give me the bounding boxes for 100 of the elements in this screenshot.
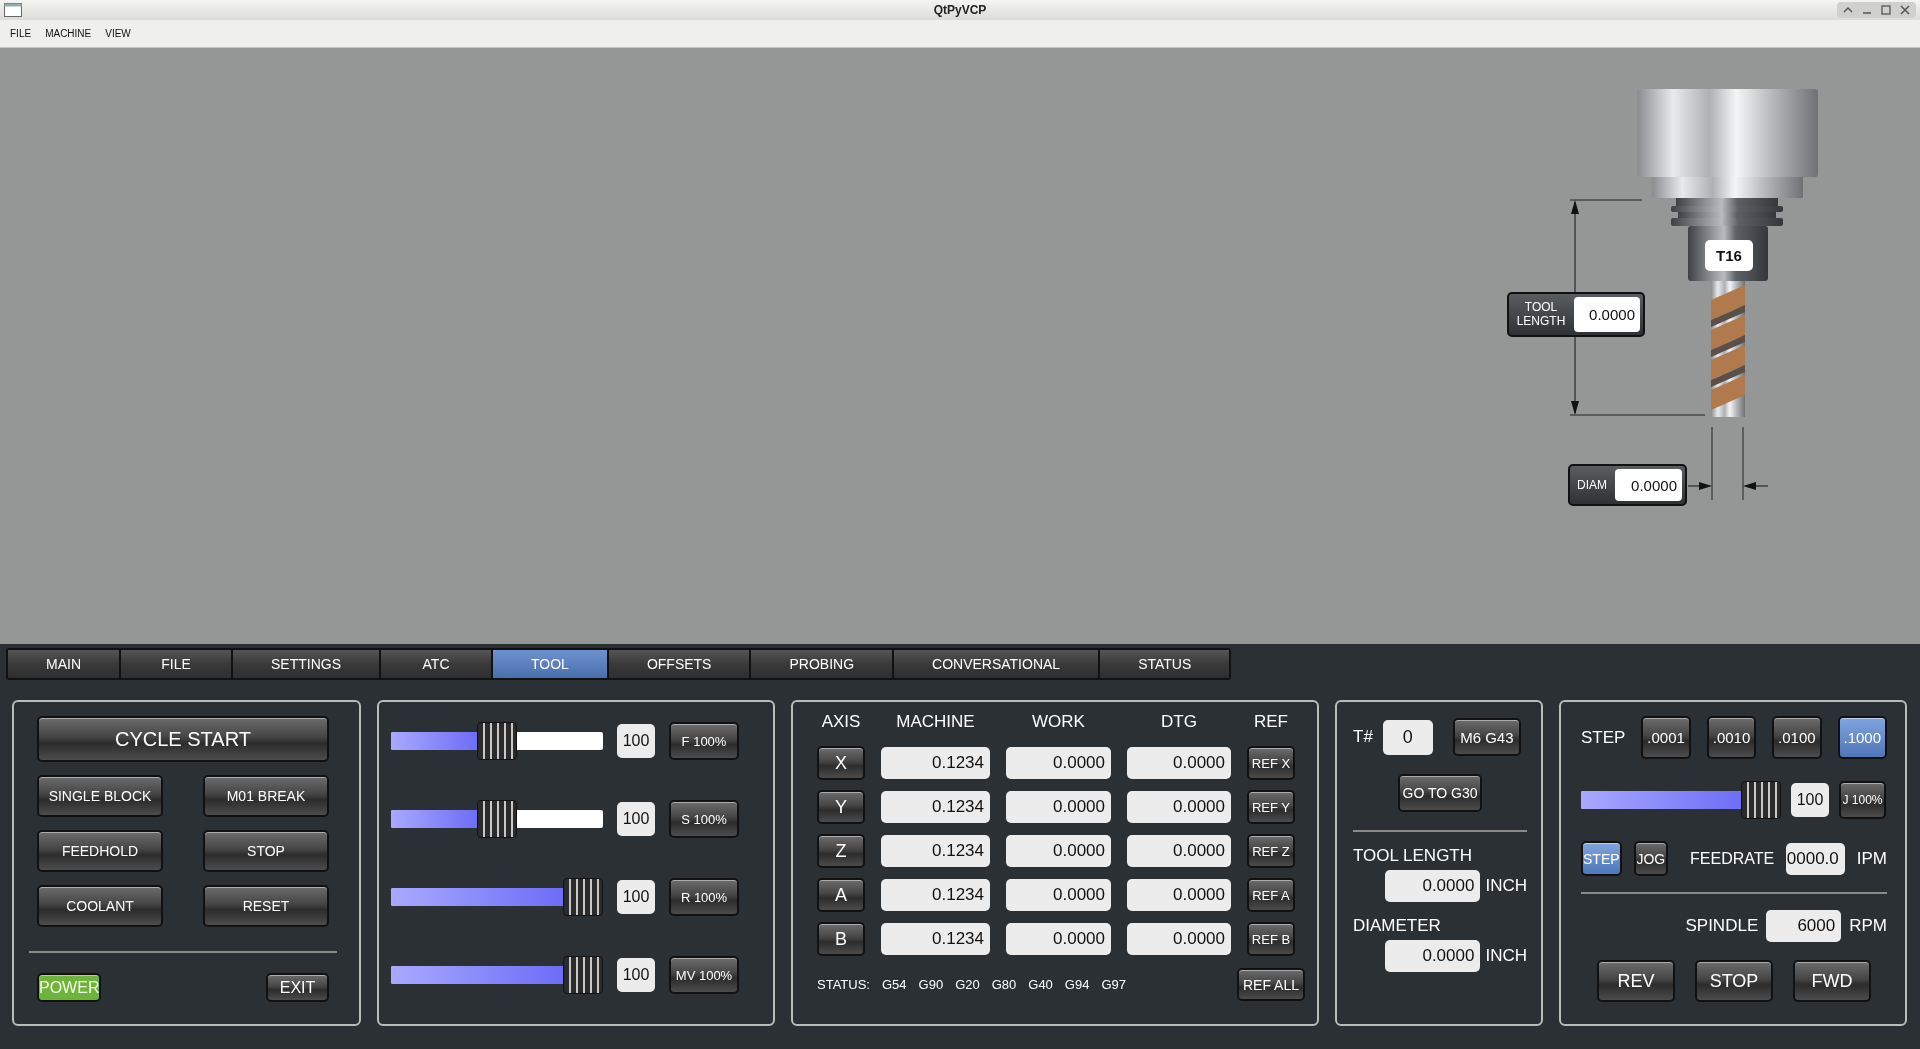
override-slider[interactable]: [391, 878, 603, 916]
slider-thumb[interactable]: [1741, 781, 1781, 819]
override-slider[interactable]: [391, 722, 603, 760]
step-size-button[interactable]: .0100: [1772, 716, 1822, 759]
gcode-status: G40: [1028, 977, 1053, 992]
close-icon[interactable]: [1900, 5, 1910, 15]
axis-button[interactable]: B: [817, 922, 865, 956]
diameter-label: DIAM: [1576, 478, 1608, 492]
work-position: 0.0000: [1006, 791, 1111, 823]
home-axis-button[interactable]: REF A: [1247, 878, 1295, 912]
go-to-g30-button[interactable]: GO TO G30: [1398, 774, 1482, 812]
menu-item[interactable]: MACHINE: [45, 28, 92, 39]
value-field[interactable]: 0.0000: [1385, 940, 1481, 972]
window-icon: [4, 3, 22, 17]
feedrate-field[interactable]: 0000.0: [1786, 842, 1845, 875]
spindle-speed-field[interactable]: 6000: [1766, 910, 1842, 942]
column-header: AXIS: [820, 712, 862, 733]
gcode-status: G20: [955, 977, 980, 992]
home-axis-button[interactable]: REF Z: [1247, 834, 1295, 868]
tab[interactable]: OFFSETS: [608, 650, 750, 678]
tab[interactable]: FILE: [121, 650, 231, 678]
slider-thumb[interactable]: [477, 722, 517, 760]
menu-item[interactable]: VIEW: [105, 28, 131, 39]
column-header: MACHINE: [895, 712, 976, 733]
spindle-label: SPINDLE: [1685, 916, 1759, 936]
override-value: 100: [617, 802, 655, 836]
home-axis-button[interactable]: REF B: [1247, 922, 1295, 956]
work-position: 0.0000: [1006, 835, 1111, 867]
gcode-status: G54: [881, 977, 907, 992]
menu-item[interactable]: FILE: [10, 28, 32, 39]
program-button[interactable]: STOP: [203, 830, 329, 872]
gcode-status: G80: [991, 977, 1017, 992]
slider-thumb[interactable]: [563, 956, 603, 994]
status-label: STATUS:: [817, 977, 870, 992]
override-reset-button[interactable]: F 100%: [669, 722, 739, 760]
value-field[interactable]: 0.0000: [1385, 870, 1481, 902]
slider-thumb[interactable]: [477, 800, 517, 838]
work-position: 0.0000: [1006, 879, 1111, 911]
work-position: 0.0000: [1006, 747, 1111, 779]
tab[interactable]: PROBING: [751, 650, 893, 678]
spindle-button[interactable]: STOP: [1695, 960, 1773, 1002]
home-axis-button[interactable]: REF Y: [1247, 790, 1295, 824]
shade-icon[interactable]: [1843, 5, 1853, 15]
override-reset-button[interactable]: S 100%: [669, 800, 739, 838]
cycle-start-button[interactable]: CYCLE START: [37, 716, 329, 762]
slider-thumb[interactable]: [563, 878, 603, 916]
home-axis-button[interactable]: REF X: [1247, 746, 1295, 780]
unit-label: INCH: [1485, 946, 1527, 966]
axis-button[interactable]: Z: [817, 834, 865, 868]
step-label: STEP: [1581, 727, 1626, 748]
program-button[interactable]: COOLANT: [37, 885, 163, 927]
unit-label: RPM: [1849, 916, 1887, 936]
exit-button[interactable]: EXIT: [266, 973, 329, 1002]
field-label: TOOL LENGTH: [1353, 846, 1474, 866]
spindle-button[interactable]: FWD: [1793, 960, 1871, 1002]
tab[interactable]: CONVERSATIONAL: [894, 650, 1099, 678]
program-button[interactable]: SINGLE BLOCK: [37, 775, 163, 817]
jog-speed-slider[interactable]: [1581, 781, 1781, 819]
override-slider[interactable]: [391, 800, 603, 838]
column-header: WORK: [1031, 712, 1086, 733]
tab[interactable]: TOOL: [493, 650, 607, 678]
jog-mode-button[interactable]: JOG: [1633, 841, 1669, 876]
axis-button[interactable]: A: [817, 878, 865, 912]
work-position: 0.0000: [1006, 923, 1111, 955]
distance-to-go: 0.0000: [1127, 747, 1231, 779]
tab[interactable]: MAIN: [8, 650, 119, 678]
tool-number-label: T#: [1353, 727, 1373, 747]
override-reset-button[interactable]: R 100%: [669, 878, 739, 916]
field-label: DIAMETER: [1353, 916, 1442, 936]
tool-change-button[interactable]: M6 G43: [1452, 718, 1521, 756]
jog-reset-button[interactable]: J 100%: [1839, 781, 1886, 819]
diameter-value: 0.0000: [1615, 469, 1682, 501]
override-value: 100: [617, 724, 655, 758]
override-reset-button[interactable]: MV 100%: [669, 956, 739, 994]
machine-position: 0.1234: [881, 747, 990, 779]
tool-number-field[interactable]: 0: [1382, 719, 1433, 755]
tab[interactable]: STATUS: [1100, 650, 1230, 678]
tab[interactable]: SETTINGS: [233, 650, 379, 678]
program-button[interactable]: M01 BREAK: [203, 775, 329, 817]
axis-button[interactable]: X: [817, 746, 865, 780]
distance-to-go: 0.0000: [1127, 791, 1231, 823]
axis-button[interactable]: Y: [817, 790, 865, 824]
distance-to-go: 0.0000: [1127, 879, 1231, 911]
program-button[interactable]: FEEDHOLD: [37, 830, 163, 872]
override-slider[interactable]: [391, 956, 603, 994]
program-button[interactable]: RESET: [203, 885, 329, 927]
tool-length-value: 0.0000: [1574, 297, 1640, 332]
spindle-button[interactable]: REV: [1597, 960, 1675, 1002]
tab[interactable]: ATC: [381, 650, 491, 678]
home-all-button[interactable]: REF ALL: [1237, 968, 1305, 1001]
override-value: 100: [617, 880, 655, 914]
unit-label: IPM: [1856, 848, 1887, 869]
machine-position: 0.1234: [881, 879, 990, 911]
step-size-button[interactable]: .0001: [1641, 716, 1691, 759]
maximize-icon[interactable]: [1881, 5, 1891, 15]
step-size-button[interactable]: .0010: [1706, 716, 1757, 759]
distance-to-go: 0.0000: [1127, 835, 1231, 867]
gcode-status: G90: [918, 977, 944, 992]
column-header: DTG: [1160, 712, 1198, 733]
dimension-arrow: [1743, 482, 1769, 490]
